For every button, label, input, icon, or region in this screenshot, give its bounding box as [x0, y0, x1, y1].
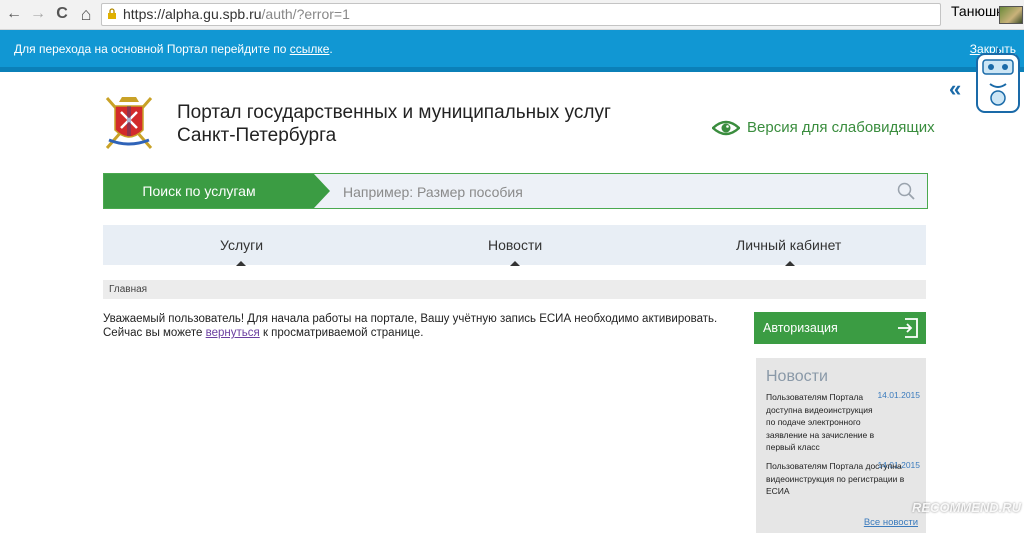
watermark-logo: RECOMMEND.RU: [912, 500, 1022, 515]
notice-text: Для перехода на основной Портал перейдит…: [14, 42, 290, 56]
login-button[interactable]: Авторизация: [754, 312, 926, 344]
message-text-after: к просматриваемой странице.: [259, 327, 424, 339]
helper-robot-icon[interactable]: [973, 46, 1023, 116]
activation-message-line2: Сейчас вы можете вернуться к просматрива…: [103, 326, 723, 340]
all-news-link[interactable]: Все новости: [864, 517, 918, 528]
service-search: Поиск по услугам: [103, 173, 928, 209]
reload-icon: C: [56, 5, 68, 22]
main-navigation: Услуги Новости Личный кабинет: [103, 225, 926, 266]
back-arrow-icon: ←: [6, 5, 22, 22]
message-text-before: Сейчас вы можете: [103, 327, 206, 339]
low-vision-link[interactable]: Версия для слабовидящих: [712, 119, 935, 136]
activation-message-line1: Уважаемый пользователь! Для начала работ…: [103, 313, 718, 325]
return-link[interactable]: вернуться: [206, 327, 260, 339]
news-item[interactable]: Пользователям Портала доступна видеоинст…: [766, 460, 916, 498]
url-host: https://alpha.gu.spb.ru: [123, 6, 262, 22]
breadcrumb: Главная: [103, 280, 926, 299]
home-button[interactable]: ⌂: [76, 4, 96, 24]
home-icon: ⌂: [80, 4, 92, 24]
low-vision-label: Версия для слабовидящих: [747, 119, 935, 136]
activation-message: Уважаемый пользователь! Для начала работ…: [103, 312, 723, 340]
search-input[interactable]: [341, 180, 875, 204]
notice-message: Для перехода на основной Портал перейдит…: [14, 42, 333, 56]
nav-item-services[interactable]: Услуги: [220, 237, 263, 253]
notice-bar: Для перехода на основной Портал перейдит…: [0, 30, 1024, 72]
nav-item-news[interactable]: Новости: [488, 237, 542, 253]
nav-news-indicator-icon: [510, 261, 520, 266]
news-heading: Новости: [766, 368, 828, 385]
notice-dot: .: [329, 42, 333, 56]
back-button[interactable]: ←: [4, 4, 24, 24]
site-title-line2: Санкт-Петербурга: [177, 125, 337, 146]
nav-services-indicator-icon: [236, 261, 246, 266]
news-date: 14.01.2015: [877, 390, 920, 400]
sign-in-icon: [898, 318, 918, 338]
site-title-line1: Портал государственных и муниципальных у…: [177, 102, 611, 123]
news-item[interactable]: Пользователям Портала доступна видеоинст…: [766, 391, 876, 454]
nav-cabinet-indicator-icon: [785, 261, 795, 266]
nav-item-cabinet[interactable]: Личный кабинет: [736, 237, 841, 253]
url-path: /auth/?error=1: [261, 6, 350, 22]
spb-coat-of-arms-icon[interactable]: [101, 94, 157, 152]
side-panel-toggle[interactable]: «: [949, 76, 961, 102]
reload-button[interactable]: C: [52, 4, 72, 24]
eye-icon: [712, 120, 740, 135]
login-button-label: Авторизация: [763, 321, 838, 335]
forward-button[interactable]: →: [28, 4, 48, 24]
notice-link[interactable]: ссылке: [290, 42, 330, 56]
url-text: https://alpha.gu.spb.ru/auth/?error=1: [123, 6, 350, 22]
site-title[interactable]: Портал государственных и муниципальных у…: [177, 101, 611, 147]
breadcrumb-home[interactable]: Главная: [109, 284, 147, 295]
profile-avatar[interactable]: [999, 6, 1023, 24]
search-icon[interactable]: [897, 182, 915, 200]
search-tab-arrow: [314, 174, 330, 208]
browser-toolbar: ← → C ⌂ https://alpha.gu.spb.ru/auth/?er…: [0, 0, 1024, 30]
forward-arrow-icon: →: [30, 5, 46, 22]
lock-icon: [108, 8, 116, 19]
news-panel: Новости 14.01.2015 Пользователям Портала…: [756, 358, 926, 533]
notice-divider: [0, 67, 1024, 72]
address-bar[interactable]: https://alpha.gu.spb.ru/auth/?error=1: [101, 3, 941, 26]
search-tab[interactable]: Поиск по услугам: [104, 174, 314, 208]
